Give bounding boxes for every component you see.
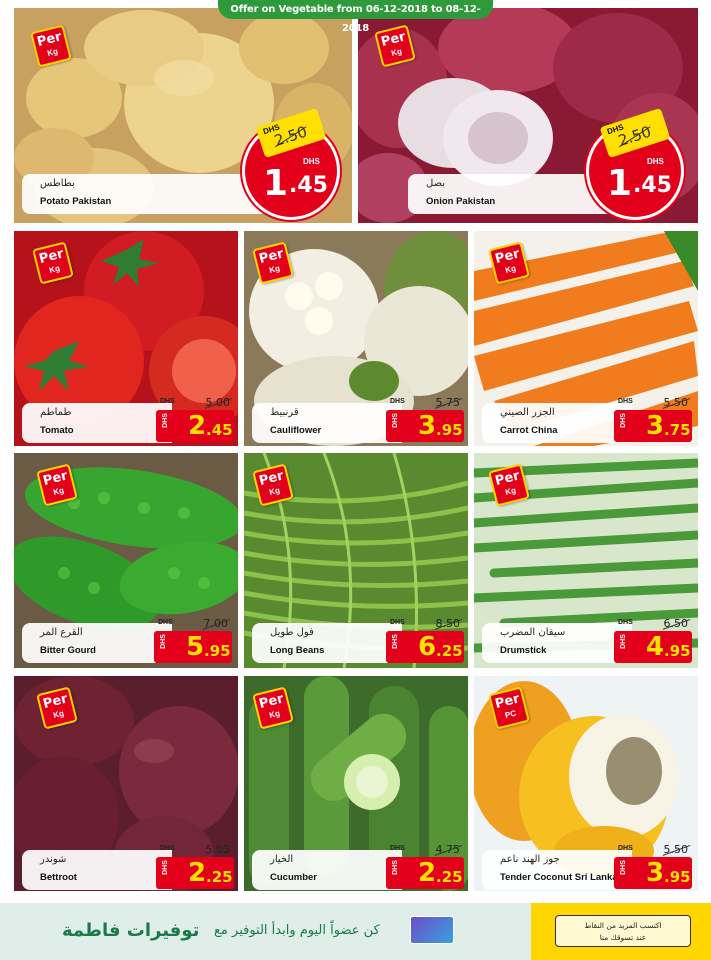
product-label: شوندر Bettroot [22,850,172,890]
product-card-cucumber[interactable]: Per Kg الخيار Cucumber DHS 4.75 DHS 2.25 [244,676,468,891]
product-card-cauliflower[interactable]: Per Kg قرنبيط Cauliflower DHS 5.75 DHS 3.9… [244,231,468,446]
product-name-ar: بصل [426,178,446,189]
price-dec: .45 [206,421,233,439]
product-name-ar: قرنبيط [270,407,299,418]
old-price: 5.00 [205,396,231,409]
product-name-en: Potato Pakistan [40,196,112,207]
price-int: 6 [418,632,436,662]
price-tag: DHS 7.00 DHS 5.95 [154,617,232,665]
product-label: فول طويل Long Beans [252,623,402,663]
price-dec: .45 [289,173,328,198]
loyalty-card-icon [410,916,454,944]
product-card-carrot[interactable]: Per Kg الجزر الصيني Carrot China DHS 5.50… [474,231,698,446]
price-dec: .25 [436,868,463,886]
price-tag: DHS 5.00 DHS 2.45 [156,396,234,444]
price-int: 4 [646,632,664,662]
price-dec: .95 [664,642,691,660]
price-tag: DHS 5.50 DHS 3.95 [614,843,692,891]
brand-name: توفيرات فاطمة [62,920,200,941]
product-name-ar: جوز الهند ناعم [500,854,560,865]
old-price: 5.75 [435,396,461,409]
old-price: 5.95 [205,843,231,856]
product-card-onion[interactable]: Per Kg بصل Onion Pakistan DHS 2.50 DHS 1 … [358,8,698,223]
old-price: 4.75 [435,843,461,856]
points-line-1: اكتسب المزيد من النقاط [584,921,662,930]
price-int: 1 [607,163,633,204]
price-tag: DHS 5.50 DHS 3.75 [614,396,692,444]
price-int: 1 [263,163,289,204]
price-int: 2 [418,858,436,888]
product-name-ar: الخيار [270,854,294,865]
product-name-en: Bitter Gourd [40,645,96,656]
points-box[interactable]: اكتسب المزيد من النقاط عند تسوقك منا [555,915,691,947]
product-label: الجزر الصيني Carrot China [482,403,632,443]
product-card-bitter-gourd[interactable]: Per Kg القرع المر Bitter Gourd DHS 7.00 D… [14,453,238,668]
product-label: سيقان المضرب Drumstick [482,623,632,663]
offer-date-banner: Offer on Vegetable from 06-12-2018 to 08… [218,0,493,34]
price-dec: .25 [436,642,463,660]
product-card-long-beans[interactable]: Per Kg فول طويل Long Beans DHS 8.50 DHS 6.… [244,453,468,668]
membership-slogan: كن عضواً اليوم وابدأ التوفير مع [214,923,380,938]
price-tag: DHS 5.95 DHS 2.25 [156,843,234,891]
price-dec: .25 [206,868,233,886]
product-name-en: Onion Pakistan [426,196,496,207]
product-name-en: Cauliflower [270,425,322,436]
price-int: 5 [186,632,204,662]
points-panel: اكتسب المزيد من النقاط عند تسوقك منا [531,903,711,960]
price-int: 3 [646,411,664,441]
product-label: القرع المر Bitter Gourd [22,623,172,663]
price-dec: .45 [633,173,672,198]
price-int: 3 [418,411,436,441]
product-name-en: Carrot China [500,425,558,436]
old-price: 5.50 [663,843,689,856]
price-tag: DHS 8.50 DHS 6.25 [386,617,464,665]
product-label: قرنبيط Cauliflower [252,403,402,443]
product-name-en: Cucumber [270,872,317,883]
price-tag: DHS 4.75 DHS 2.25 [386,843,464,891]
old-price: 7.00 [203,617,229,630]
price-int: 2 [188,858,206,888]
old-price: 5.50 [663,396,689,409]
product-name-ar: الجزر الصيني [500,407,555,418]
product-card-beetroot[interactable]: Per Kg شوندر Bettroot DHS 5.95 DHS 2.25 [14,676,238,891]
product-name-ar: القرع المر [40,627,83,638]
product-name-en: Long Beans [270,645,325,656]
price-tag: DHS 6.50 DHS 4.95 [614,617,692,665]
product-card-coconut[interactable]: Per PC جوز الهند ناعم Tender Coconut Sri … [474,676,698,891]
old-price: 8.50 [435,617,461,630]
points-line-2: عند تسوقك منا [599,933,647,942]
product-name-ar: طماطم [40,407,72,418]
price-burst: DHS 2.50 DHS 1 .45 [242,107,340,220]
product-label: بطاطس Potato Pakistan [22,174,262,214]
product-name-en: Drumstick [500,645,547,656]
price-dec: .95 [664,868,691,886]
footer-banner: توفيرات فاطمة كن عضواً اليوم وابدأ التوف… [0,903,711,960]
product-card-drumstick[interactable]: Per Kg سيقان المضرب Drumstick DHS 6.50 DH… [474,453,698,668]
product-name-ar: بطاطس [40,178,75,189]
price-dec: .95 [436,421,463,439]
product-card-tomato[interactable]: Per Kg طماطم Tomato DHS 5.00 DHS 2.45 [14,231,238,446]
price-tag: DHS 5.75 DHS 3.95 [386,396,464,444]
product-name-en: Tender Coconut Sri Lanka [500,872,618,883]
product-label: جوز الهند ناعم Tender Coconut Sri Lanka [482,850,632,890]
old-price: 6.50 [663,617,689,630]
product-name-en: Tomato [40,425,74,436]
product-card-potato[interactable]: Per Kg بطاطس Potato Pakistan DHS 2.50 DHS… [14,8,352,223]
product-name-ar: فول طويل [270,627,314,638]
product-label: الخيار Cucumber [252,850,402,890]
product-name-en: Bettroot [40,872,77,883]
product-label: طماطم Tomato [22,403,172,443]
price-dec: .75 [664,421,691,439]
price-int: 2 [188,411,206,441]
price-dec: .95 [204,642,231,660]
price-burst: DHS 2.50 DHS 1 .45 [586,107,684,220]
product-name-ar: شوندر [40,854,67,865]
price-int: 3 [646,858,664,888]
product-name-ar: سيقان المضرب [500,627,566,638]
